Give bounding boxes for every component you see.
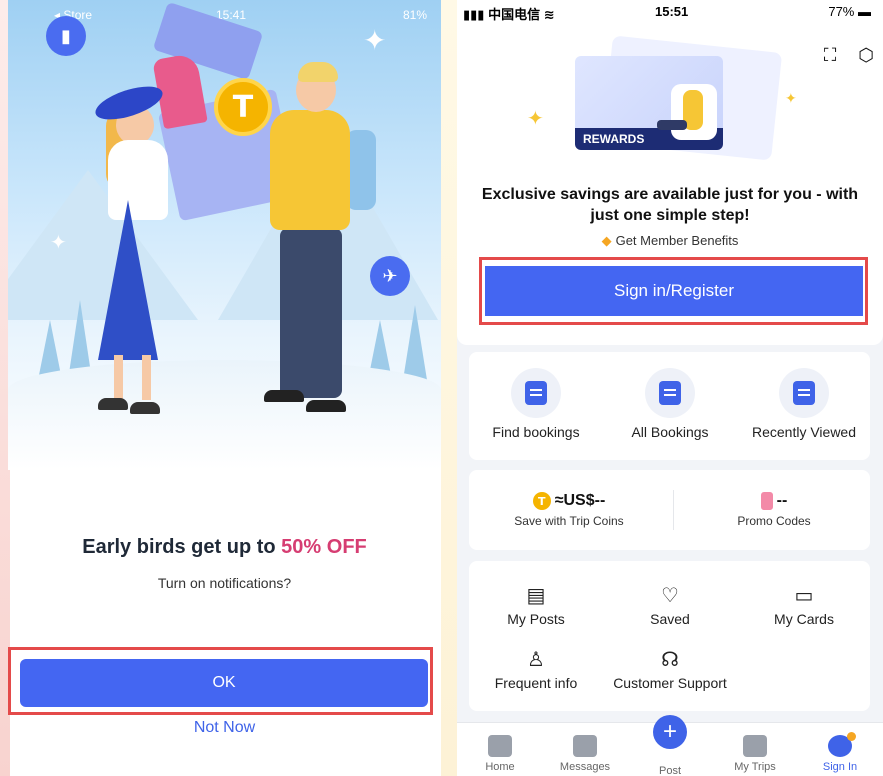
heart-icon: ♡ [661, 583, 679, 607]
customer-support-button[interactable]: ☊ Customer Support [603, 647, 737, 691]
promo-discount: 50% OFF [281, 536, 367, 558]
envelope-icon [573, 735, 597, 757]
tab-sign-in[interactable]: Sign In [797, 731, 883, 773]
sneaker-shape [264, 390, 304, 402]
headset-icon: ☊ [661, 647, 679, 671]
man-hair-shape [298, 62, 338, 82]
sparkle-icon: ✦ [363, 25, 387, 56]
quick-label: All Bookings [631, 424, 709, 440]
ok-button[interactable]: OK [20, 659, 428, 707]
recently-viewed-button[interactable]: Recently Viewed [737, 352, 871, 440]
find-bookings-icon [511, 368, 561, 418]
hero-illustration: ◂ Store 15:41 81% ▮ ✈ ✦ ✦ T [8, 0, 441, 470]
saved-button[interactable]: ♡ Saved [603, 583, 737, 627]
member-card-section: ▮▮▮ 中国电信 ≋ 15:51 77% ▬ ⛶ ⬡ REWARDS ✦ ✦ E… [457, 0, 883, 345]
promo-title: Early birds get up to 50% OFF [82, 536, 367, 558]
savings-headline: Exclusive savings are available just for… [481, 186, 859, 224]
suitcase-icon [743, 735, 767, 757]
plus-icon: + [653, 715, 687, 749]
shoe-shape [130, 402, 160, 414]
tab-label: Post [658, 765, 681, 776]
airplane-icon: ✈ [370, 256, 410, 296]
settings-icon[interactable]: ⬡ [855, 44, 877, 66]
coins-label: Save with Trip Coins [514, 514, 624, 528]
shoe-shape [98, 398, 128, 410]
sparkle-icon: ✦ [50, 232, 67, 254]
sparkle-icon: ✦ [785, 90, 797, 106]
services-panel: ▤ My Posts ♡ Saved ▭ My Cards ♙ Frequent… [469, 561, 870, 711]
luggage-icon: ▮ [46, 16, 86, 56]
account-screen: ▮▮▮ 中国电信 ≋ 15:51 77% ▬ ⛶ ⬡ REWARDS ✦ ✦ E… [457, 0, 883, 776]
quick-label: Recently Viewed [751, 424, 857, 440]
sneaker-shape [306, 400, 346, 412]
woman-dress-shape [98, 200, 158, 360]
home-icon [488, 735, 512, 757]
signin-register-button[interactable]: Sign in/Register [485, 266, 863, 316]
person-icon: ♙ [527, 647, 545, 671]
wallet-panel: T ≈US$-- Save with Trip Coins -- Promo Co… [469, 470, 870, 550]
tab-label: Sign In [822, 761, 858, 773]
all-bookings-button[interactable]: All Bookings [603, 352, 737, 440]
traveler-legs-shape [657, 120, 687, 130]
my-cards-button[interactable]: ▭ My Cards [737, 583, 871, 627]
tab-my-trips[interactable]: My Trips [712, 731, 798, 773]
tab-messages[interactable]: Messages [542, 731, 628, 773]
sparkle-icon: ✦ [527, 108, 544, 130]
recently-viewed-icon [779, 368, 829, 418]
my-posts-button[interactable]: ▤ My Posts [469, 583, 603, 627]
scan-icon[interactable]: ⛶ [819, 44, 841, 66]
all-bookings-icon [645, 368, 695, 418]
man-jacket-shape [270, 110, 350, 230]
promo-value: -- [776, 492, 788, 509]
tag-icon: ◆ [601, 233, 612, 248]
menu-label: My Cards [774, 611, 834, 627]
backpack-shape [346, 130, 376, 210]
status-time: 15:51 [655, 4, 689, 19]
posts-icon: ▤ [526, 583, 546, 607]
frequent-info-button[interactable]: ♙ Frequent info [469, 647, 603, 691]
promo-label: Promo Codes [737, 514, 811, 528]
find-bookings-button[interactable]: Find bookings [469, 352, 603, 440]
trip-coin-icon: T [532, 492, 551, 510]
bookings-panel: Find bookings All Bookings Recently View… [469, 352, 870, 460]
member-benefits-link[interactable]: ◆ Get Member Benefits [457, 233, 883, 249]
quick-label: Find bookings [492, 424, 580, 440]
man-pants-shape [280, 228, 342, 398]
promo-subtitle: Turn on notifications? [157, 575, 292, 591]
bottom-tab-bar: Home Messages + Post My Trips Sign In [457, 715, 883, 776]
status-carrier: ▮▮▮ 中国电信 ≋ [463, 7, 555, 22]
trip-coins-button[interactable]: T ≈US$-- Save with Trip Coins [469, 470, 669, 528]
menu-label: My Posts [507, 611, 565, 627]
tab-home[interactable]: Home [457, 731, 543, 773]
tab-label: Home [485, 761, 515, 773]
not-now-link[interactable]: Not Now [8, 719, 441, 737]
tree-shape [403, 305, 427, 380]
card-icon: ▭ [794, 583, 814, 607]
status-battery: 81% [402, 8, 427, 22]
tab-label: My Trips [734, 761, 776, 773]
tab-label: Messages [559, 761, 611, 773]
promo-codes-button[interactable]: -- Promo Codes [674, 470, 874, 528]
profile-icon [828, 732, 856, 757]
notification-prompt-screen: ◂ Store 15:41 81% ▮ ✈ ✦ ✦ T Early birds … [0, 0, 441, 776]
coins-value: ≈US$-- [554, 492, 606, 509]
snow-ground [8, 360, 441, 470]
ticket-icon [760, 492, 773, 510]
background-gap [441, 0, 457, 776]
menu-label: Customer Support [613, 675, 727, 691]
status-bar: ▮▮▮ 中国电信 ≋ 15:51 77% ▬ [457, 4, 883, 22]
menu-label: Saved [650, 611, 690, 627]
status-battery: 77% ▬ [828, 4, 871, 19]
menu-label: Frequent info [494, 675, 578, 691]
trip-coin-icon: T [214, 78, 272, 136]
